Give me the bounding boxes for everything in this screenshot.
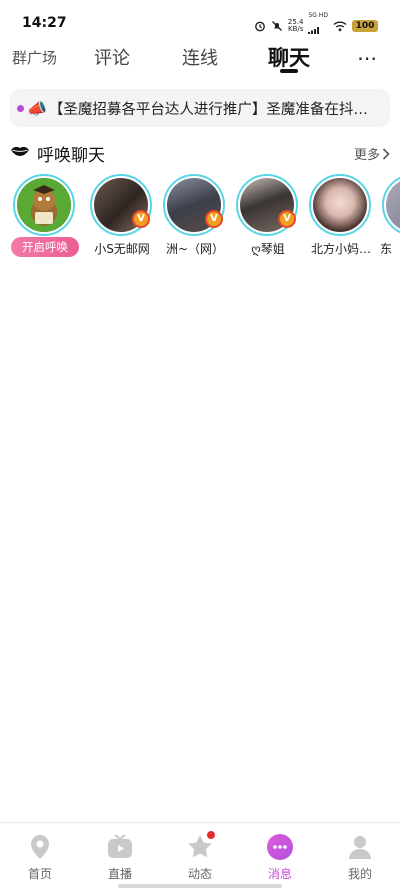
tab-chat[interactable]: 聊天: [268, 42, 310, 72]
nav-item-messages[interactable]: 消息: [250, 833, 310, 882]
battery-indicator: 100: [352, 19, 378, 32]
summon-user[interactable]: V 洲~（网）: [161, 172, 231, 262]
status-icons: 25.4 KB/s 5G HD 100: [254, 13, 378, 38]
user-name: 东: [380, 242, 393, 256]
signal-bars-icon: [308, 27, 320, 34]
active-tab-indicator: [280, 69, 298, 73]
chevron-right-icon: [382, 147, 390, 160]
nav-item-live[interactable]: 直播: [90, 833, 150, 882]
nav-label: 动态: [187, 867, 212, 881]
summon-user[interactable]: V ღ琴姐: [234, 172, 304, 262]
vip-badge-icon: V: [132, 210, 150, 228]
nav-item-profile[interactable]: 我的: [330, 833, 390, 882]
nav-label: 我的: [347, 867, 372, 881]
bottom-nav: 首页 直播 动态 消息 我的: [0, 822, 400, 889]
location-pin-icon: [31, 835, 49, 859]
mascot-avatar-image: [17, 178, 71, 232]
nav-item-feed[interactable]: 动态: [170, 831, 230, 882]
alarm-icon: [254, 21, 265, 31]
person-icon: [349, 836, 371, 859]
home-indicator: [118, 884, 282, 888]
network-speed: 25.4 KB/s: [287, 18, 304, 33]
user-name: 小S无邮网: [94, 242, 150, 256]
wifi-icon: [333, 21, 347, 31]
unread-dot: [17, 104, 24, 112]
summon-user[interactable]: V 小S无邮网: [88, 172, 158, 262]
summon-user[interactable]: 北方小妈…: [307, 172, 377, 262]
user-name: ღ琴姐: [251, 242, 285, 256]
megaphone-icon: 📣: [27, 98, 47, 118]
user-name: 洲~（网）: [165, 242, 225, 256]
tab-connect[interactable]: 连线: [182, 44, 218, 70]
nav-label: 首页: [27, 867, 52, 881]
nav-label: 消息: [267, 867, 292, 881]
status-time: 14:27: [22, 15, 67, 31]
nav-item-home[interactable]: 首页: [10, 833, 70, 882]
user-avatar-image: [313, 178, 367, 232]
tab-comments[interactable]: 评论: [94, 44, 130, 70]
lips-icon: [11, 146, 29, 156]
top-tab-bar: 群广场 评论 连线 聊天: [0, 40, 400, 80]
announcement-text: 【圣魔招募各平台达人进行推广】圣魔准备在抖…: [48, 101, 368, 118]
more-options-icon[interactable]: ⋯: [357, 46, 378, 70]
tab-group-square[interactable]: 群广场: [12, 47, 57, 68]
more-label: 更多: [353, 148, 380, 163]
speed-unit: KB/s: [287, 24, 304, 33]
tv-icon: [108, 834, 132, 858]
summon-user[interactable]: 东: [380, 172, 400, 262]
notification-dot: [207, 831, 215, 839]
section-title: 呼唤聊天: [37, 146, 105, 166]
more-link[interactable]: 更多: [354, 144, 390, 163]
nav-label: 直播: [107, 867, 132, 881]
network-type: 5G HD: [308, 12, 328, 19]
chat-bubble-icon: [267, 834, 293, 860]
user-avatar-image: [386, 178, 400, 232]
mute-bell-icon: [271, 20, 282, 31]
status-bar: 14:27 25.4 KB/s 5G HD 100: [0, 0, 400, 40]
vip-badge-icon: V: [278, 210, 296, 228]
user-name: 北方小妈…: [310, 242, 371, 256]
signal-indicator: 5G HD: [308, 13, 328, 38]
announcement-banner[interactable]: 📣 【圣魔招募各平台达人进行推广】圣魔准备在抖…: [10, 89, 390, 127]
vip-badge-icon: V: [205, 210, 223, 228]
open-summon-button[interactable]: 开启呼唤: [11, 237, 79, 257]
summon-chat-header: 呼唤聊天 更多: [10, 139, 390, 166]
